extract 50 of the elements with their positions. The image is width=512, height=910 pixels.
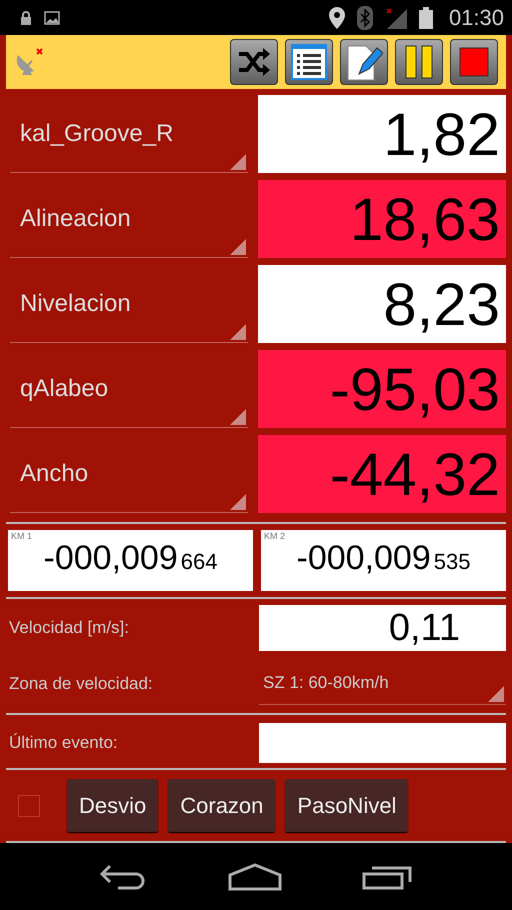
measurement-value: -44,32	[258, 435, 506, 514]
dropdown-triangle-icon	[230, 239, 246, 256]
km-label: KM 2	[264, 531, 286, 542]
clock: 01:30	[448, 4, 504, 31]
stop-icon	[459, 47, 489, 78]
measurement-value: -95,03	[258, 350, 506, 428]
shuffle-icon	[237, 47, 271, 78]
event-button[interactable]: PasoNivel	[285, 779, 408, 832]
location-pin-icon	[328, 6, 345, 29]
km-fraction: 535	[434, 549, 470, 576]
lock-icon	[20, 10, 32, 25]
home-icon[interactable]	[228, 862, 282, 891]
signal-icon	[384, 6, 407, 29]
last-event-label: Último evento:	[9, 732, 119, 753]
measurement-dropdown[interactable]: Alineacion	[10, 180, 248, 258]
km-fraction: 664	[180, 549, 218, 576]
measurement-value: 1,82	[258, 95, 506, 174]
list-icon	[291, 44, 327, 80]
recent-apps-icon[interactable]	[362, 864, 412, 890]
bluetooth-icon	[356, 6, 373, 30]
event-button[interactable]: Desvio	[67, 779, 158, 832]
speed-label: Velocidad [m/s]:	[9, 618, 130, 638]
dropdown-triangle-icon	[230, 324, 246, 340]
measurement-value: 8,23	[258, 265, 506, 344]
dropdown-triangle-icon	[488, 686, 504, 702]
measurement-dropdown[interactable]: Nivelacion	[10, 265, 248, 344]
measurement-dropdown[interactable]: kal_Groove_R	[10, 95, 248, 174]
event-button[interactable]: Corazon	[168, 779, 276, 832]
battery-icon	[418, 6, 433, 29]
pause-button[interactable]	[395, 39, 443, 86]
measurement-dropdown[interactable]: qAlabeo	[10, 350, 248, 428]
dropdown-triangle-icon	[230, 154, 246, 170]
speed-field: 0,11	[259, 605, 506, 652]
event-checkbox[interactable]	[18, 794, 40, 817]
pause-icon	[405, 45, 433, 80]
shuffle-button[interactable]	[230, 39, 278, 86]
speed-zone-dropdown[interactable]: SZ 1: 60-80km/h	[259, 662, 506, 705]
list-button[interactable]	[285, 39, 333, 86]
km-label: KM 1	[11, 531, 34, 542]
dropdown-triangle-icon	[230, 494, 246, 510]
stop-button[interactable]	[450, 39, 498, 86]
km-value: -000,009	[44, 539, 178, 578]
edit-document-button[interactable]	[340, 39, 388, 86]
measurement-value: 18,63	[258, 180, 506, 258]
speed-zone-label: Zona de velocidad:	[9, 674, 154, 694]
measurement-dropdown[interactable]: Ancho	[10, 435, 248, 514]
satellite-dish-icon	[14, 47, 44, 78]
image-icon	[44, 10, 60, 25]
km-value: -000,009	[296, 539, 431, 578]
dropdown-triangle-icon	[230, 409, 246, 426]
